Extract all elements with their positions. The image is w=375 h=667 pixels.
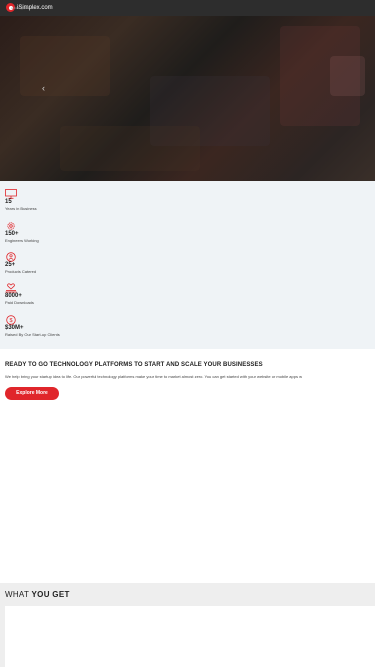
- stat-products: 25+ Products Catered: [5, 252, 36, 274]
- brand-tagline: technology platforms: [11, 7, 35, 10]
- gear-icon: [7, 222, 15, 230]
- stat-downloads: 8000+ Paid Downloads: [5, 283, 34, 305]
- stat-label: Paid Downloads: [5, 300, 34, 305]
- monitor-icon: [5, 189, 17, 199]
- section-title: WHAT YOU GET: [5, 590, 70, 599]
- platforms-section: READY TO GO TECHNOLOGY PLATFORMS TO STAR…: [0, 349, 375, 583]
- chevron-left-icon[interactable]: ‹: [42, 84, 45, 93]
- stat-value: 25+: [5, 262, 16, 268]
- stat-label: Engineers Working: [5, 238, 39, 243]
- feature-card: [5, 606, 375, 667]
- hero-image-region: [60, 126, 200, 171]
- stat-years: 15 Years in Business: [5, 189, 37, 211]
- stat-value: 8000+: [5, 293, 22, 299]
- stat-engineers: 150+ Engineers Working: [5, 221, 39, 243]
- what-you-get-section: WHAT YOU GET: [0, 583, 375, 667]
- stat-label: Products Catered: [5, 269, 37, 274]
- heart-laptop-icon: [5, 283, 17, 293]
- explore-more-button[interactable]: Explore More: [5, 387, 59, 400]
- platforms-heading: READY TO GO TECHNOLOGY PLATFORMS TO STAR…: [5, 362, 263, 368]
- stat-value: $30M+: [5, 325, 24, 331]
- dollar-icon: $: [6, 315, 16, 325]
- stat-label: Years in Business: [5, 206, 37, 211]
- stat-label: Raised By Our Start-up Clients: [5, 332, 60, 337]
- stat-raised: $ $30M+ Raised By Our Start-up Clients: [5, 315, 60, 337]
- stats-section: 15 Years in Business 150+ Engineers Work…: [0, 181, 375, 349]
- hero-image-region: [20, 36, 110, 96]
- title-light: WHAT: [5, 590, 32, 599]
- top-header: iSimplex.com technology platforms: [0, 0, 375, 16]
- platforms-description: We help bring your startup idea to life.…: [5, 374, 302, 379]
- stat-value: 150+: [5, 231, 19, 237]
- stat-value: 15: [5, 199, 12, 205]
- svg-text:$: $: [9, 318, 12, 324]
- user-icon: [6, 252, 16, 262]
- hero-image-region: [330, 56, 365, 96]
- title-bold: YOU GET: [31, 590, 70, 599]
- hero-banner: ‹: [0, 16, 375, 181]
